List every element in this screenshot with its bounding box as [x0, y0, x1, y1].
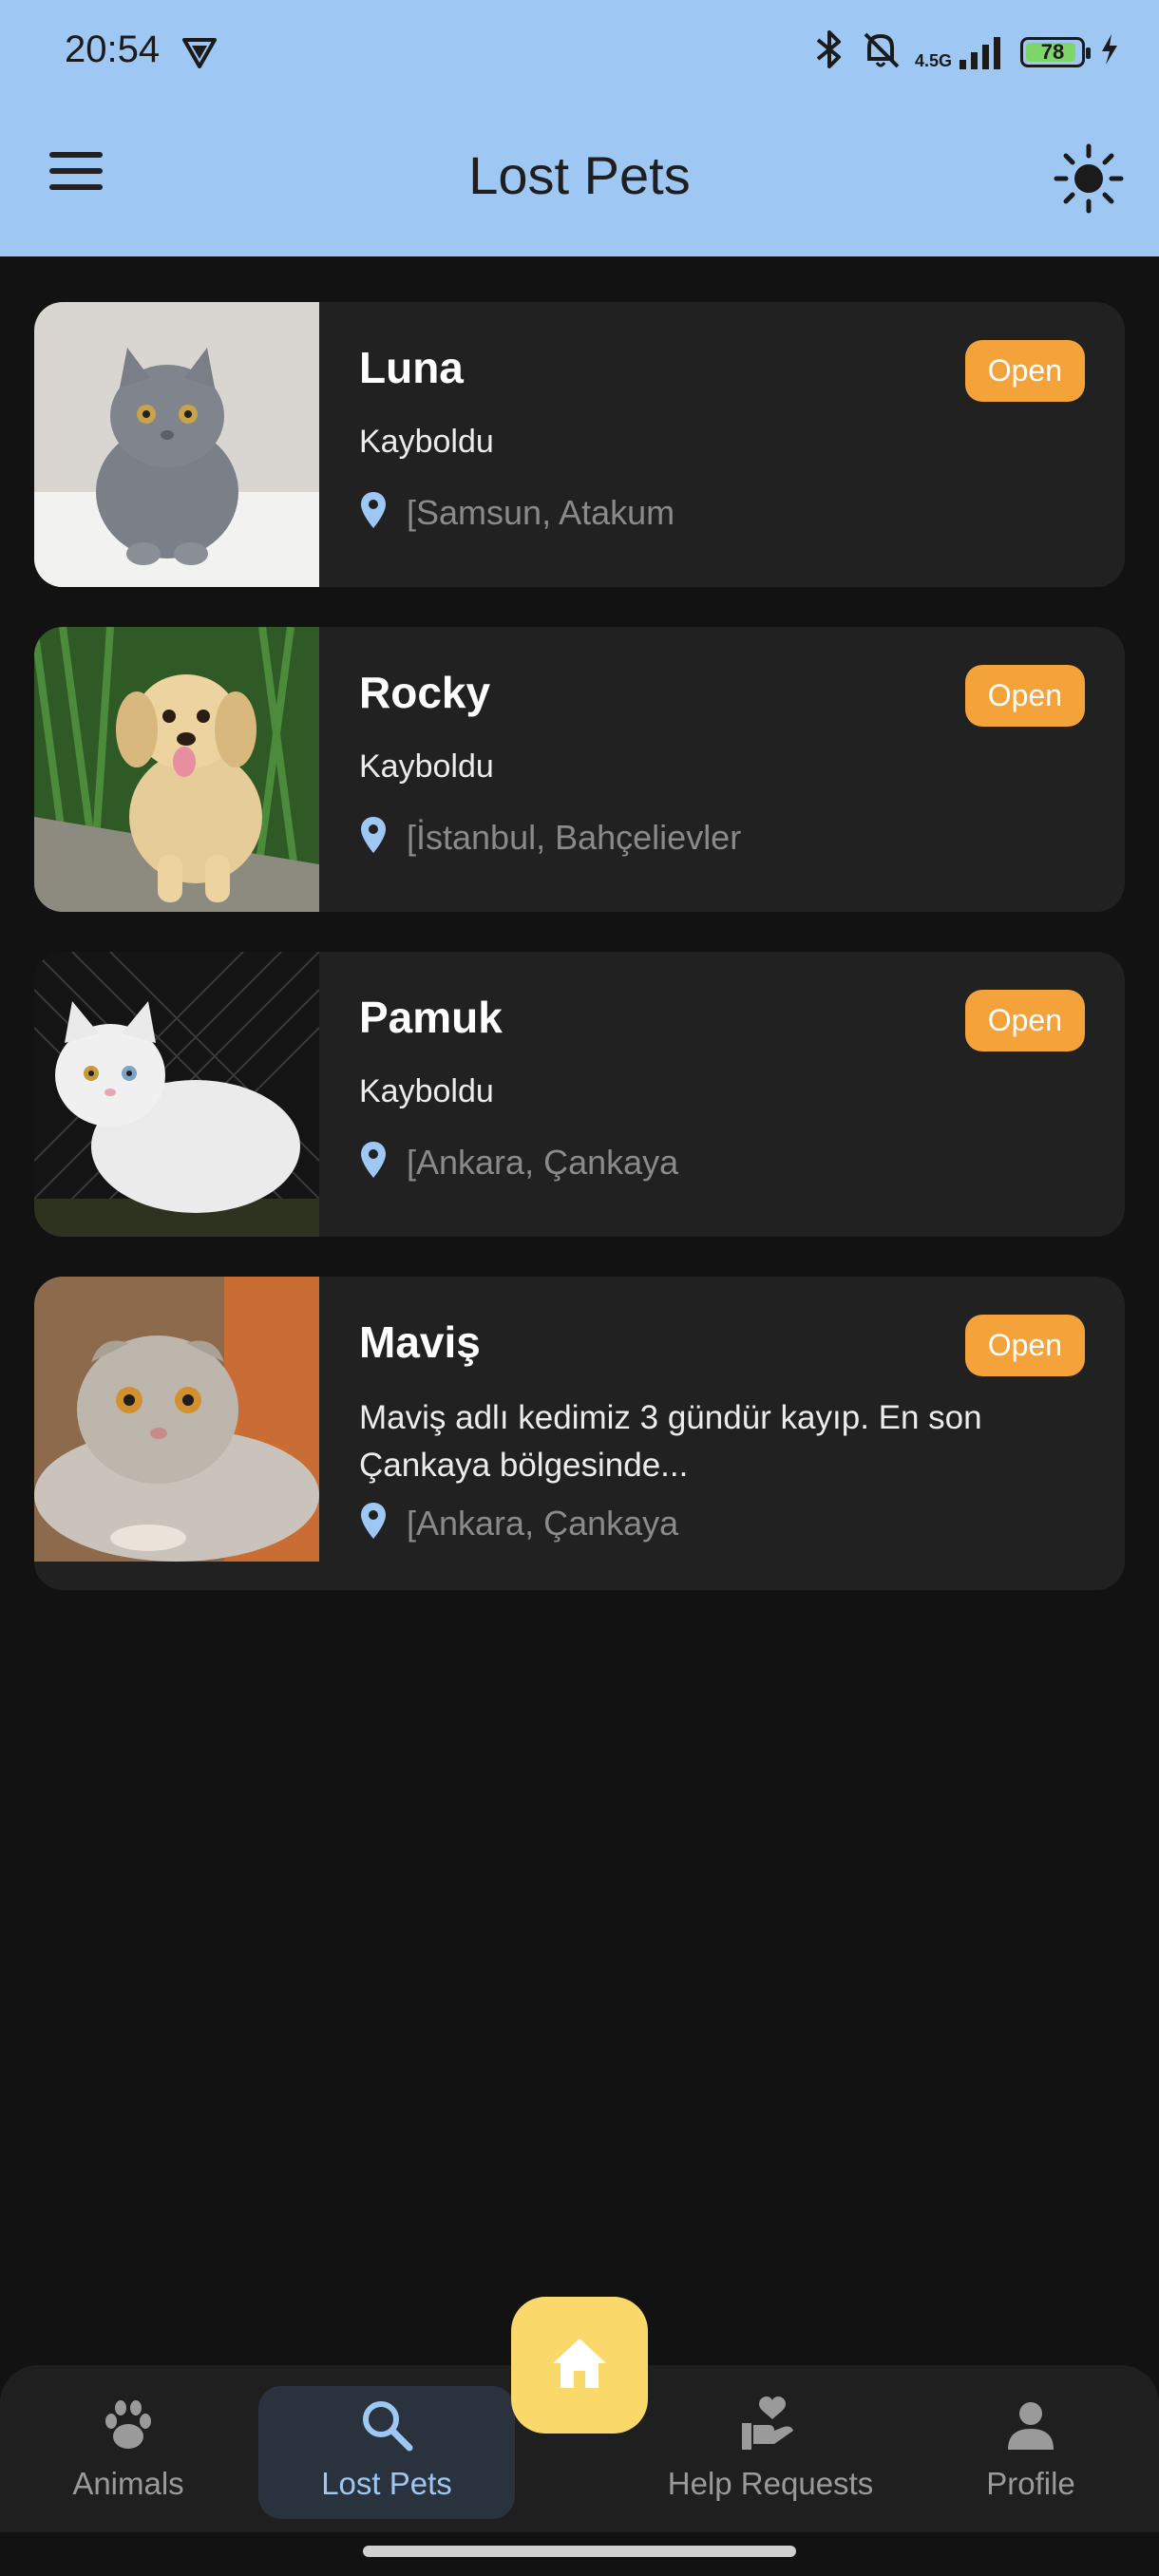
nav-label: Lost Pets	[321, 2466, 452, 2501]
nav-label: Animals	[72, 2466, 184, 2501]
scottish-fold-cat-photo	[34, 1277, 319, 1562]
nav-item-profile[interactable]: Profile	[902, 2386, 1159, 2519]
pet-location: [Ankara, Çankaya	[359, 1501, 678, 1545]
nav-item-lost-pets[interactable]: Lost Pets	[258, 2386, 515, 2519]
sun-icon[interactable]	[1053, 142, 1125, 215]
vpn-icon	[180, 34, 218, 77]
status-badge: Open	[964, 990, 1085, 1051]
search-icon	[258, 2392, 515, 2458]
pet-description: Maviş adlı kedimiz 3 gündür kayıp. En so…	[359, 1399, 982, 1484]
pet-card[interactable]: Pamuk Open Kayboldu [Ankara, Çankaya	[34, 952, 1125, 1237]
pet-description: Kayboldu	[359, 424, 494, 460]
pet-name: Pamuk	[359, 993, 503, 1042]
home-button[interactable]	[511, 2297, 648, 2434]
golden-puppy-photo	[34, 627, 319, 912]
location-pin-icon	[359, 490, 388, 535]
pet-location: [İstanbul, Bahçelievler	[359, 815, 741, 860]
nav-item-help-requests[interactable]: Help Requests	[642, 2386, 899, 2519]
pet-card[interactable]: Rocky Open Kayboldu [İstanbul, Bahçeliev…	[34, 627, 1125, 912]
status-badge: Open	[964, 340, 1085, 402]
pet-name: Maviş	[359, 1317, 481, 1367]
nav-item-animals[interactable]: Animals	[0, 2386, 256, 2519]
home-indicator[interactable]	[363, 2546, 796, 2557]
status-time: 20:54	[65, 28, 161, 70]
pet-description: Kayboldu	[359, 1073, 494, 1109]
white-cat-photo	[34, 952, 319, 1237]
paw-icon	[0, 2392, 256, 2458]
location-pin-icon	[359, 1501, 388, 1545]
helping-hand-heart-icon	[642, 2392, 899, 2458]
nav-label: Help Requests	[667, 2466, 874, 2501]
signal-icon: 4.5G	[915, 35, 1007, 69]
location-text: [Samsun, Atakum	[407, 492, 675, 532]
pet-card[interactable]: Luna Open Kayboldu [Samsun, Atakum	[34, 302, 1125, 587]
app-header: 20:54 4.5G 78 Lost Pets	[0, 0, 1159, 256]
pet-location: [Samsun, Atakum	[359, 490, 674, 535]
mute-icon	[860, 28, 902, 75]
pet-name: Luna	[359, 343, 464, 392]
home-icon	[549, 2335, 610, 2396]
status-icons: 4.5G 78	[812, 28, 1121, 75]
pet-description: Kayboldu	[359, 748, 494, 785]
pet-name: Rocky	[359, 668, 491, 717]
person-icon	[902, 2392, 1159, 2458]
nav-label: Profile	[986, 2466, 1075, 2501]
location-pin-icon	[359, 1140, 388, 1184]
location-text: [İstanbul, Bahçelievler	[407, 817, 742, 857]
status-badge: Open	[964, 1315, 1085, 1376]
charging-icon	[1098, 32, 1121, 71]
battery-icon: 78	[1020, 36, 1091, 67]
lost-pets-list: Luna Open Kayboldu [Samsun, Atakum Rocky…	[34, 302, 1125, 1630]
location-text: [Ankara, Çankaya	[407, 1142, 679, 1182]
location-text: [Ankara, Çankaya	[407, 1503, 679, 1543]
location-pin-icon	[359, 815, 388, 860]
network-label: 4.5G	[914, 50, 952, 70]
pet-card[interactable]: Maviş Open Maviş adlı kedimiz 3 gündür k…	[34, 1277, 1125, 1590]
pet-location: [Ankara, Çankaya	[359, 1140, 678, 1184]
page-title: Lost Pets	[468, 145, 691, 205]
battery-level: 78	[1040, 39, 1065, 64]
status-badge: Open	[964, 665, 1085, 727]
gray-kitten-photo	[34, 302, 319, 587]
bluetooth-icon	[812, 28, 846, 75]
